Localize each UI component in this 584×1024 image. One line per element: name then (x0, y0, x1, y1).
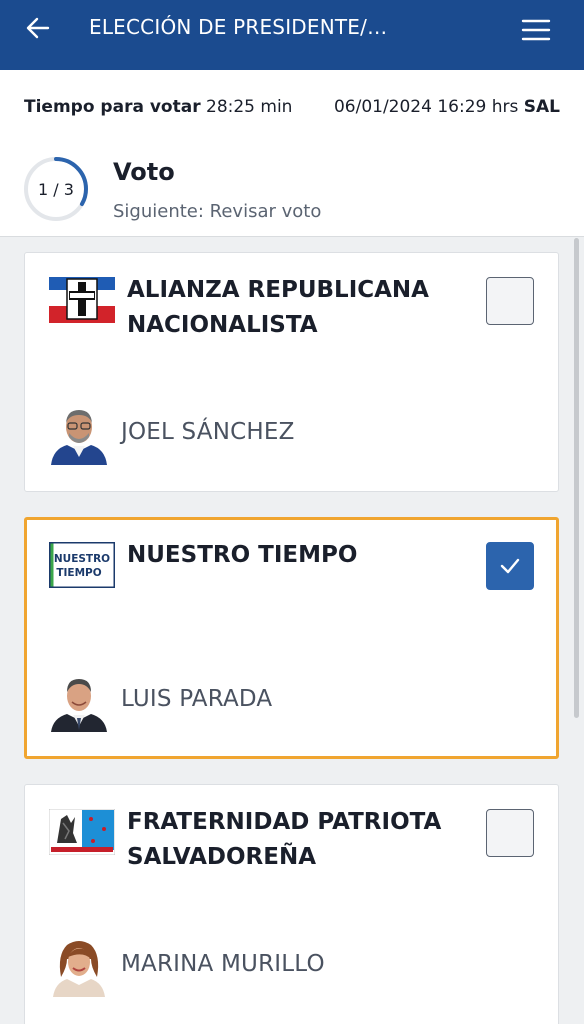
select-checkbox[interactable] (486, 809, 534, 857)
ballot-option-fraternidad[interactable]: FRATERNIDAD PATRIOTA SALVADOREÑA MARINA … (24, 784, 559, 1024)
page-title: ELECCIÓN DE PRESIDENTE/… (89, 15, 388, 39)
candidate-name: LUIS PARADA (121, 686, 273, 712)
candidate-photo (49, 672, 109, 732)
info-panel: Tiempo para votar 28:25 min 06/01/2024 1… (0, 70, 584, 237)
date-time: 06/01/2024 16:29 hrs SAL (334, 97, 560, 117)
timer-label: Tiempo para votar (24, 97, 201, 117)
back-arrow-icon (26, 17, 50, 39)
date-text: 06/01/2024 (333, 97, 432, 117)
hamburger-menu-icon (521, 19, 551, 41)
svg-text:TIEMPO: TIEMPO (56, 567, 101, 579)
party-name: FRATERNIDAD PATRIOTA SALVADOREÑA (127, 809, 442, 870)
menu-button[interactable] (514, 10, 558, 50)
candidate-photo (49, 937, 109, 997)
candidate-photo (49, 405, 109, 465)
nuestro-tiempo-logo: NUESTRO TIEMPO (49, 542, 115, 588)
time-text: 16:29 hrs (437, 97, 519, 117)
timer-value: 28:25 min (206, 97, 293, 117)
scrollbar[interactable] (574, 238, 579, 718)
candidate-name: MARINA MURILLO (121, 951, 325, 977)
party-name: ALIANZA REPUBLICANA NACIONALISTA (127, 277, 429, 338)
checkmark-icon (500, 558, 520, 574)
voting-timer: Tiempo para votar 28:25 min (24, 97, 292, 117)
party-name: NUESTRO TIEMPO (127, 542, 358, 568)
candidate-name: JOEL SÁNCHEZ (121, 419, 295, 445)
ballot-option-arena[interactable]: ALIANZA REPUBLICANA NACIONALISTA JOEL SÁ… (24, 252, 559, 492)
ballot-option-nuestro-tiempo[interactable]: NUESTRO TIEMPO NUESTRO TIEMPO LUIS PARAD… (24, 517, 559, 759)
next-step-text: Siguiente: Revisar voto (113, 201, 322, 222)
select-checkbox[interactable] (486, 277, 534, 325)
app-bar: ELECCIÓN DE PRESIDENTE/… (0, 0, 584, 70)
ballot-list[interactable]: ALIANZA REPUBLICANA NACIONALISTA JOEL SÁ… (0, 238, 584, 1024)
fraternidad-patriota-logo (48, 808, 116, 856)
svg-text:NUESTRO: NUESTRO (54, 553, 110, 565)
select-checkbox[interactable] (486, 542, 534, 590)
step-progress: 1 / 3 (23, 156, 89, 222)
back-button[interactable] (18, 8, 58, 48)
step-title: Voto (113, 158, 175, 186)
arena-logo (49, 277, 115, 323)
progress-label: 1 / 3 (38, 179, 74, 199)
region-code: SAL (523, 97, 560, 117)
